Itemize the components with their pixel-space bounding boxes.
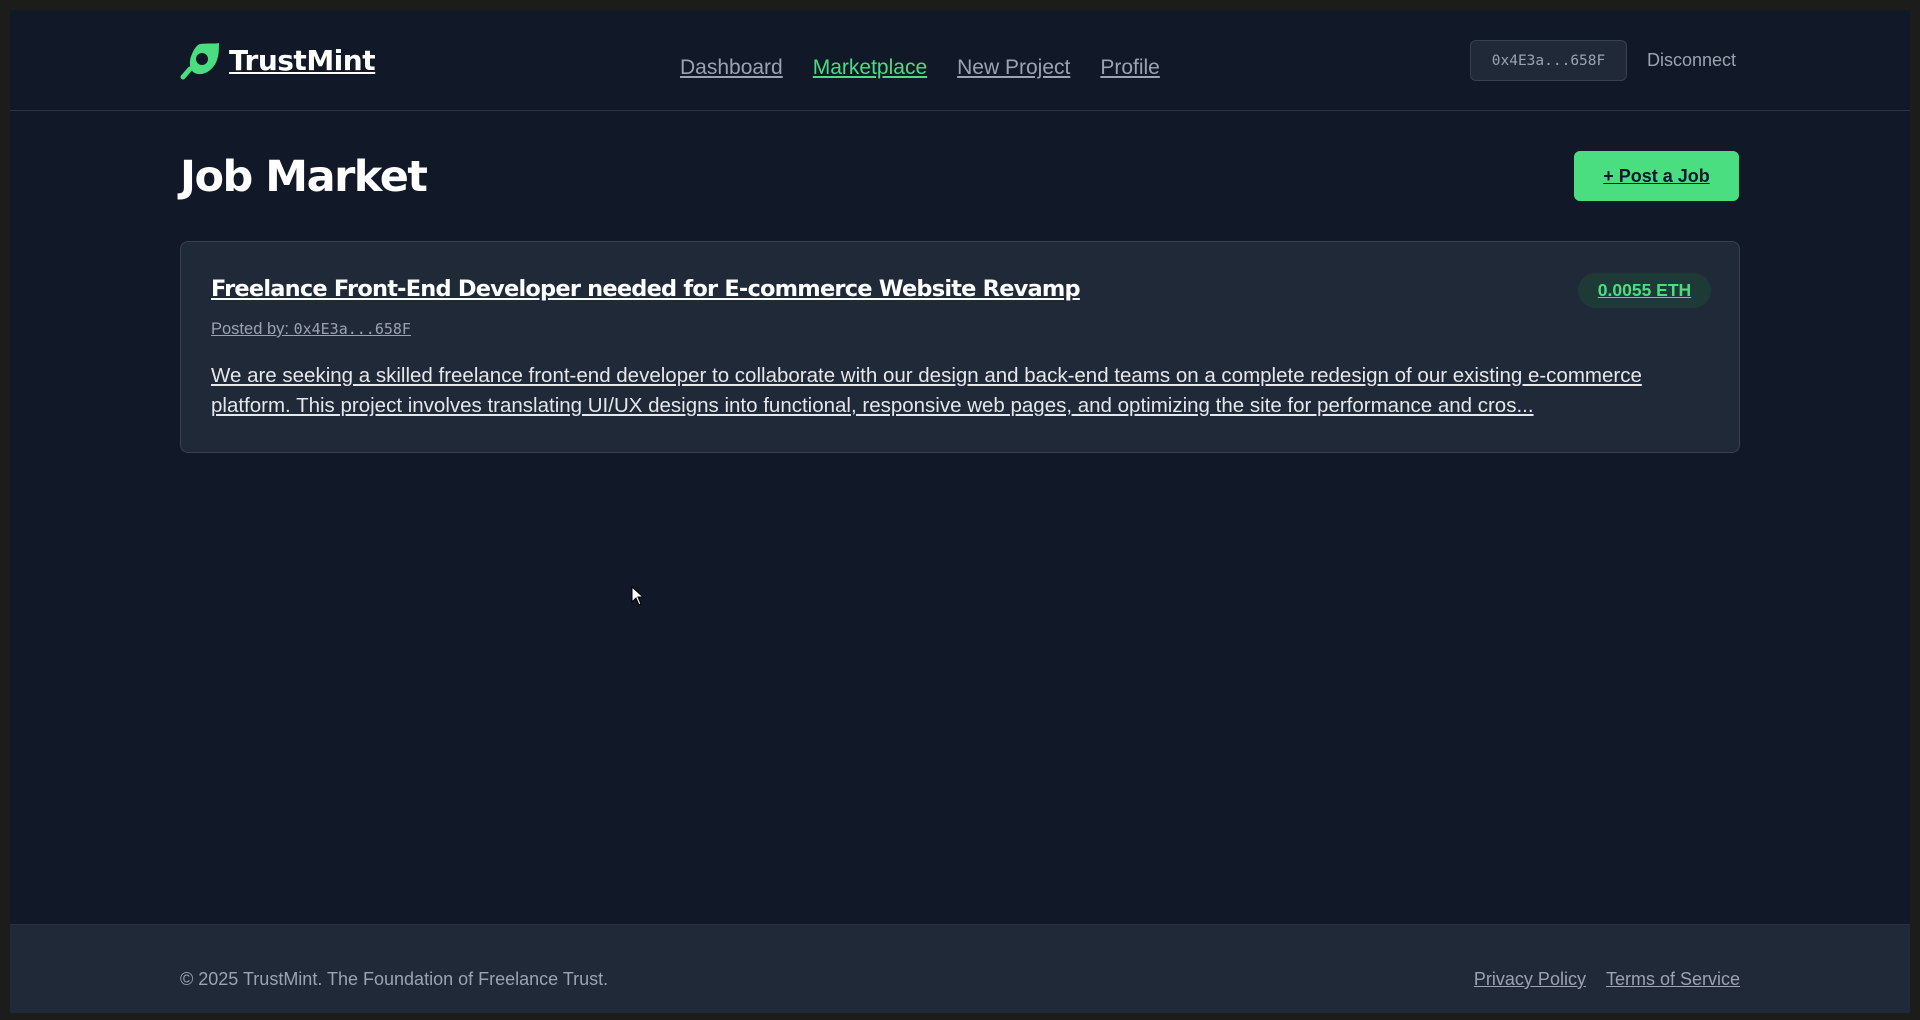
job-price-badge: 0.0055 ETH [1578,273,1711,308]
brand-name: TrustMint [229,43,376,77]
terms-of-service-link[interactable]: Terms of Service [1606,969,1740,990]
mouse-cursor-icon [631,586,645,606]
job-title[interactable]: Freelance Front-End Developer needed for… [211,276,1081,302]
posted-by-address: 0x4E3a...658F [293,320,411,338]
nav-item-dashboard[interactable]: Dashboard [680,56,783,80]
brand-logo-link[interactable]: TrustMint [180,40,376,80]
nav-item-new-project[interactable]: New Project [957,56,1070,80]
footer-links: Privacy Policy Terms of Service [1474,969,1740,990]
privacy-policy-link[interactable]: Privacy Policy [1474,969,1586,990]
site-footer: © 2025 TrustMint. The Foundation of Free… [10,924,1910,1013]
page-title: Job Market [180,152,428,202]
copyright-text: © 2025 TrustMint. The Foundation of Free… [180,969,609,989]
post-job-button[interactable]: + Post a Job [1574,151,1739,201]
job-posted-by: Posted by: 0x4E3a...658F [211,320,411,339]
main-nav: Dashboard Marketplace New Project Profil… [680,56,1160,80]
wallet-address-badge: 0x4E3a...658F [1470,40,1627,81]
nav-item-profile[interactable]: Profile [1100,56,1160,80]
posted-by-label: Posted by: [211,320,289,338]
leaf-magnifier-icon [180,42,219,79]
nav-item-marketplace[interactable]: Marketplace [813,56,927,80]
app-window: TrustMint Dashboard Marketplace New Proj… [10,10,1910,1013]
job-card[interactable]: Freelance Front-End Developer needed for… [180,241,1740,453]
job-description: We are seeking a skilled freelance front… [211,364,1642,417]
site-header: TrustMint Dashboard Marketplace New Proj… [10,10,1910,111]
disconnect-button[interactable]: Disconnect [1647,50,1736,71]
